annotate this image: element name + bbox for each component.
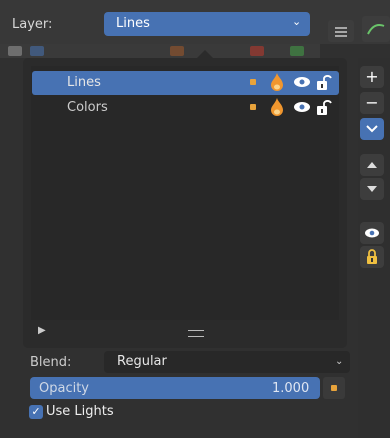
chevron-down-icon: ⌄	[335, 356, 344, 367]
chevron-down-icon: ⌄	[292, 15, 302, 28]
add-layer-button[interactable]: +	[360, 66, 384, 88]
eye-icon[interactable]	[293, 100, 311, 114]
layer-row-lines[interactable]: Lines	[32, 71, 339, 95]
blend-mode-value: Regular	[117, 354, 167, 369]
eye-icon[interactable]	[293, 75, 311, 89]
layer-dropdown-value: Lines	[116, 16, 150, 31]
onion-skin-icon[interactable]	[268, 97, 286, 117]
material-button[interactable]	[362, 16, 390, 42]
layer-row-colors[interactable]: Colors	[32, 96, 339, 120]
plus-icon: +	[365, 67, 379, 86]
layer-name: Lines	[67, 75, 101, 90]
lock-layers-button[interactable]	[360, 246, 384, 268]
layers-icon	[335, 27, 347, 37]
opacity-label: Opacity	[39, 381, 90, 396]
lock-icon	[367, 249, 377, 264]
background-tool-icon	[250, 46, 264, 56]
background-tool-icon	[8, 46, 22, 56]
isolate-layer-button[interactable]	[360, 222, 384, 244]
chevron-down-icon	[366, 125, 378, 133]
background-tool-icon	[290, 46, 304, 56]
move-layer-down-button[interactable]	[360, 178, 384, 200]
layer-options-button[interactable]	[328, 20, 354, 42]
background-tool-icon	[30, 46, 44, 56]
background-toolbar	[0, 44, 320, 58]
layer-name: Colors	[67, 100, 108, 115]
use-lights-checkbox[interactable]: ✓	[29, 405, 43, 419]
move-layer-up-button[interactable]	[360, 154, 384, 176]
eye-icon	[365, 228, 379, 238]
onion-skin-icon[interactable]	[268, 72, 286, 92]
keyframe-dot-icon[interactable]	[250, 79, 256, 85]
keyframe-dot-icon	[331, 385, 337, 391]
unlock-icon[interactable]	[316, 98, 332, 116]
minus-icon: −	[365, 93, 379, 112]
blend-label: Blend:	[30, 355, 72, 370]
keyframe-dot-icon[interactable]	[250, 104, 256, 110]
layer-label: Layer:	[12, 17, 53, 32]
unlock-icon[interactable]	[316, 73, 332, 91]
opacity-value: 1.000	[272, 381, 310, 396]
list-resize-handle[interactable]	[188, 330, 204, 337]
stroke-icon	[367, 24, 385, 35]
use-lights-label: Use Lights	[46, 404, 114, 419]
remove-layer-button[interactable]: −	[360, 92, 384, 114]
background-tool-icon	[170, 46, 184, 56]
expand-triangle-icon[interactable]: ▶	[38, 325, 46, 336]
layer-specials-button[interactable]	[360, 118, 384, 140]
triangle-up-icon	[367, 162, 377, 168]
triangle-down-icon	[367, 186, 377, 192]
